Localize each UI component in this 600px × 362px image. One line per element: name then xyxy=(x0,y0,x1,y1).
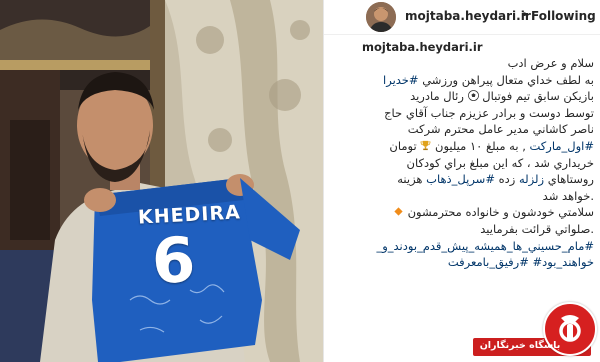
photo-scene xyxy=(0,0,323,362)
caption-line: خواهند_بود# #رفيق_بامعرفت xyxy=(358,254,594,271)
caption-line: روستاهاي زلزله زده #سرپل_ذهاب هزينه xyxy=(358,171,594,188)
post-header: mojtaba.heydari.ir • Following xyxy=(324,0,600,35)
following-button[interactable]: Following xyxy=(531,9,596,23)
hashtag-link[interactable]: #سرپل_ذهاب xyxy=(426,172,495,186)
caption-line: به لطف خداي متعال پيراهن ورزشي #خديرا xyxy=(358,72,594,89)
caption-text: هزينه xyxy=(397,172,423,187)
caption-username-link[interactable]: mojtaba.heydari.ir xyxy=(362,40,594,54)
caption-line: بازيكن سابق تيم فوتبال رئال مادريد xyxy=(358,88,594,105)
header-username-link[interactable]: mojtaba.heydari.ir xyxy=(405,9,531,23)
caption-line: توسط دوست و برادر عزيزم جناب آقاي حاج xyxy=(358,105,594,122)
caption-text: توسط دوست و برادر عزيزم جناب آقاي حاج xyxy=(384,105,594,120)
avatar[interactable] xyxy=(366,2,396,32)
hashtag-link[interactable]: زلزله xyxy=(519,172,544,186)
panel-divider xyxy=(323,0,324,362)
header-separator: • xyxy=(521,8,529,22)
yjc-watermark-logo: باشگاه خبرنگاران xyxy=(473,300,600,362)
avatar-image xyxy=(366,2,396,32)
trophy-icon xyxy=(420,140,431,151)
caption-line: خريداري شد ، كه اين مبلغ براي كودكان xyxy=(358,155,594,172)
caption-text: زده xyxy=(498,172,516,187)
caption-text: خريداري شد ، كه اين مبلغ براي كودكان xyxy=(406,155,594,170)
logo-text: باشگاه خبرنگاران xyxy=(479,340,561,351)
caption-text: , به مبلغ ۱۰ ميليون xyxy=(435,138,526,153)
caption-text: سلام و عرض ادب xyxy=(507,56,594,70)
hashtag-link[interactable]: خواهند_بود# xyxy=(533,255,594,269)
hashtag-link[interactable]: #رفيق_بامعرفت xyxy=(448,255,529,269)
caption-text: سلامتي خودشون و خانواده محترمشون xyxy=(407,205,594,220)
caption-line: #مام_حسيني_ها_هميشه_پيش_قدم_بودند_و_ xyxy=(358,238,594,255)
caption-line: #اول_ماركت , به مبلغ ۱۰ ميليون تومان xyxy=(358,138,594,155)
caption-text: بازيكن سابق تيم فوتبال xyxy=(482,89,594,104)
caption-text: رئال مادريد xyxy=(410,89,464,104)
caption-line: .صلواتي قرائت بفرماييد xyxy=(358,221,594,238)
post-caption: mojtaba.heydari.ir سلام و عرض ادب به لطف… xyxy=(358,40,594,271)
hashtag-link[interactable]: #مام_حسيني_ها_هميشه_پيش_قدم_بودند_و xyxy=(382,239,594,253)
soccer-ball-icon xyxy=(467,90,479,102)
hashtag-link[interactable]: #اول_ماركت xyxy=(530,139,594,153)
caption-text: .خواهد شد xyxy=(542,188,594,203)
caption-line: .خواهد شد xyxy=(358,188,594,205)
caption-text: روستاهاي xyxy=(547,172,594,187)
caption-text: .صلواتي قرائت بفرماييد xyxy=(480,221,594,236)
post-photo[interactable]: KHEDIRA 6 xyxy=(0,0,323,362)
caption-line: سلام و عرض ادب xyxy=(358,55,594,72)
caption-text: تومان xyxy=(389,138,417,153)
caption-line: سلامتي خودشون و خانواده محترمشون xyxy=(358,204,594,221)
hashtag-link[interactable]: #خديرا xyxy=(383,73,419,87)
caption-line: ناصر كاشاني مدير عامل محترم شركت xyxy=(358,121,594,138)
orange-diamond-icon xyxy=(394,207,403,216)
jersey-number: 6 xyxy=(150,222,198,299)
caption-text: ناصر كاشاني مدير عامل محترم شركت xyxy=(407,122,594,137)
caption-text: به لطف خداي متعال پيراهن ورزشي xyxy=(422,72,594,87)
